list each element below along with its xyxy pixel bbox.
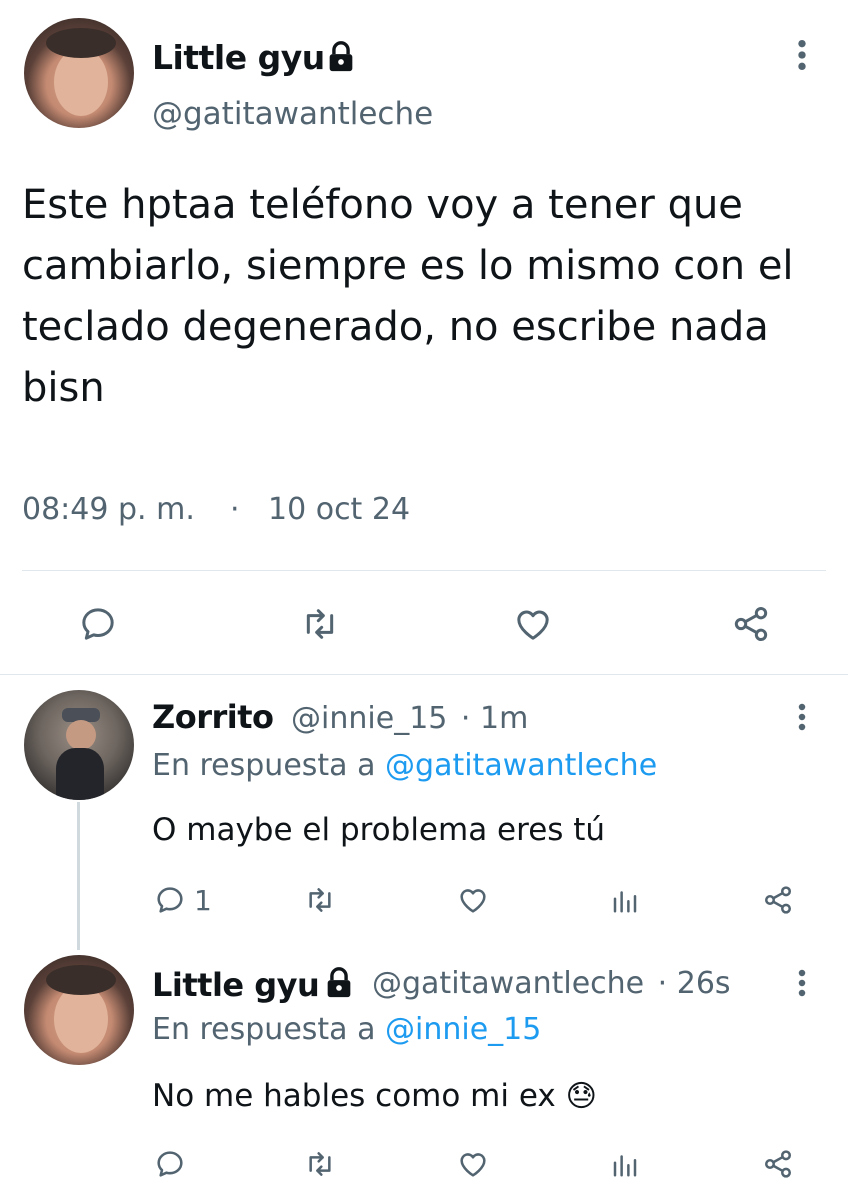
heart-icon[interactable]	[512, 604, 554, 644]
tweet-date[interactable]: 10 oct 24	[268, 492, 410, 527]
replying-to-prefix: En respuesta a	[152, 748, 376, 783]
views-icon[interactable]	[610, 884, 640, 916]
share-icon[interactable]	[730, 604, 772, 644]
more-vertical-icon[interactable]	[792, 702, 812, 732]
reply-avatar[interactable]	[24, 955, 134, 1065]
reply-age: · 1m	[460, 701, 529, 736]
more-vertical-icon[interactable]	[792, 968, 812, 998]
reply-author-handle[interactable]: @gatitawantleche	[372, 966, 644, 1001]
lock-icon	[324, 40, 358, 74]
replying-to: En respuesta a @gatitawantleche	[152, 748, 657, 783]
author-handle[interactable]: @gatitawantleche	[152, 96, 433, 132]
divider	[22, 570, 826, 571]
reply-author-name[interactable]: Zorrito	[152, 698, 274, 736]
reply-text: No me hables como mi ex 😓	[152, 1078, 597, 1114]
share-icon[interactable]	[762, 1148, 794, 1180]
thread-line	[77, 802, 80, 950]
divider	[0, 674, 848, 675]
reply-age: · 26s	[657, 966, 731, 1001]
replying-to-link[interactable]: @gatitawantleche	[385, 748, 657, 783]
retweet-icon[interactable]	[298, 604, 342, 644]
reply-text: O maybe el problema eres tú	[152, 812, 606, 848]
views-icon[interactable]	[610, 1148, 640, 1180]
reply-icon[interactable]	[154, 884, 186, 916]
author-avatar[interactable]	[24, 18, 134, 128]
reply-avatar[interactable]	[24, 690, 134, 800]
meta-separator: ·	[230, 492, 240, 527]
replying-to: En respuesta a @innie_15	[152, 1012, 541, 1047]
lock-icon	[322, 966, 356, 1000]
reply-icon[interactable]	[78, 604, 118, 644]
reply-author-handle[interactable]: @innie_15	[291, 701, 447, 736]
reply-header: Little gyu	[152, 966, 320, 1004]
heart-icon[interactable]	[456, 1148, 490, 1180]
author-name[interactable]: Little gyu	[152, 38, 325, 77]
tweet-time[interactable]: 08:49 p. m.	[22, 492, 195, 527]
tweet-text: Este hptaa teléfono voy a tener que camb…	[22, 182, 794, 411]
reply-header: Zorrito @innie_15 · 1m	[152, 698, 528, 736]
reply-count: 1	[194, 884, 212, 917]
reply-icon[interactable]	[154, 1148, 186, 1180]
share-icon[interactable]	[762, 884, 794, 916]
retweet-icon[interactable]	[302, 1148, 338, 1180]
reply-handle-row: @gatitawantleche · 26s	[372, 966, 731, 1001]
reply-text-content: No me hables como mi ex	[152, 1078, 556, 1114]
retweet-icon[interactable]	[302, 884, 338, 916]
replying-to-prefix: En respuesta a	[152, 1012, 376, 1047]
emoji-anxious-sweat: 😓	[565, 1079, 597, 1114]
more-vertical-icon[interactable]	[790, 38, 814, 72]
heart-icon[interactable]	[456, 884, 490, 916]
replying-to-link[interactable]: @innie_15	[385, 1012, 541, 1047]
reply-author-name[interactable]: Little gyu	[152, 966, 320, 1004]
